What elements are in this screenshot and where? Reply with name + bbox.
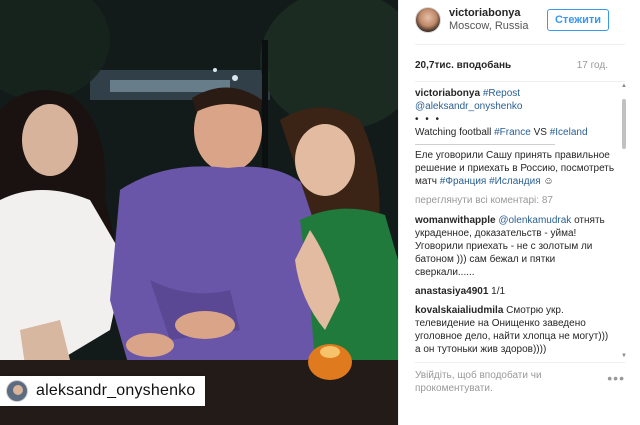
- caption-repost-tag[interactable]: #Repost: [483, 88, 520, 99]
- likes-count[interactable]: 20,7тис. вподобань: [415, 60, 511, 71]
- scroll-up-arrow-icon[interactable]: ▲: [621, 83, 627, 89]
- scroll-down-arrow-icon[interactable]: ▼: [621, 353, 627, 359]
- comments-scrollbar[interactable]: ▲ ▼: [621, 83, 627, 359]
- post-photo[interactable]: aleksandr_onyshenko: [0, 0, 398, 425]
- caption-mention[interactable]: @aleksandr_onyshenko: [415, 101, 522, 112]
- more-options-icon[interactable]: •••: [607, 371, 625, 385]
- scroll-thumb[interactable]: [622, 99, 626, 149]
- header-text: victoriabonya Moscow, Russia: [449, 7, 528, 33]
- comment-item: kovalskaialiudmila Смотрю укр. телевиден…: [415, 304, 615, 356]
- footer-divider: [415, 362, 625, 363]
- post-footer: Увійдіть, щоб вподобати чи прокоментуват…: [415, 369, 625, 395]
- caption-emoji: ☺: [540, 176, 554, 187]
- avatar-icon: [6, 380, 28, 402]
- photo-illustration: [0, 0, 398, 425]
- comment-username[interactable]: kovalskaialiudmila: [415, 305, 503, 316]
- post-time[interactable]: 17 год.: [577, 60, 608, 71]
- header-username[interactable]: victoriabonya: [449, 7, 528, 20]
- stats-divider: [415, 81, 625, 82]
- caption: victoriabonya #Repost @aleksandr_onyshen…: [415, 87, 615, 188]
- caption-hashtag[interactable]: #Исландия: [489, 176, 541, 187]
- post-stats: 20,7тис. вподобань 17 год.: [415, 60, 608, 71]
- comment-mention[interactable]: @olenkamudrak: [498, 215, 571, 226]
- caption-dots: • • •: [415, 114, 442, 125]
- caption-username[interactable]: victoriabonya: [415, 88, 480, 99]
- caption-hashtag[interactable]: #Iceland: [550, 127, 588, 138]
- user-tag-label[interactable]: aleksandr_onyshenko: [0, 376, 205, 406]
- comment-text: 1/1: [488, 286, 506, 297]
- user-tag-name[interactable]: aleksandr_onyshenko: [36, 382, 195, 400]
- post-side-panel: victoriabonya Moscow, Russia Стежити 20,…: [398, 0, 640, 425]
- caption-separator: [415, 144, 555, 145]
- caption-hashtag[interactable]: #France: [494, 127, 531, 138]
- comment-item: womanwithapple @olenkamudrak отнять укра…: [415, 214, 615, 279]
- view-all-comments-link[interactable]: переглянути всі коментарі: 87: [415, 194, 615, 207]
- caption-text: Watching football: [415, 127, 495, 138]
- comment-username[interactable]: anastasiya4901: [415, 286, 488, 297]
- header-location[interactable]: Moscow, Russia: [449, 20, 528, 33]
- post-header: victoriabonya Moscow, Russia Стежити: [399, 0, 640, 40]
- comment-item: anastasiya4901 1/1: [415, 285, 615, 298]
- header-divider: [415, 44, 625, 45]
- avatar[interactable]: [415, 7, 441, 33]
- comment-username[interactable]: womanwithapple: [415, 215, 496, 226]
- comments-list[interactable]: victoriabonya #Repost @aleksandr_onyshen…: [415, 87, 615, 359]
- caption-hashtag[interactable]: #Франция: [440, 176, 487, 187]
- caption-text: VS: [530, 127, 550, 138]
- follow-button[interactable]: Стежити: [547, 9, 609, 31]
- login-to-comment-prompt[interactable]: Увійдіть, щоб вподобати чи прокоментуват…: [415, 369, 555, 395]
